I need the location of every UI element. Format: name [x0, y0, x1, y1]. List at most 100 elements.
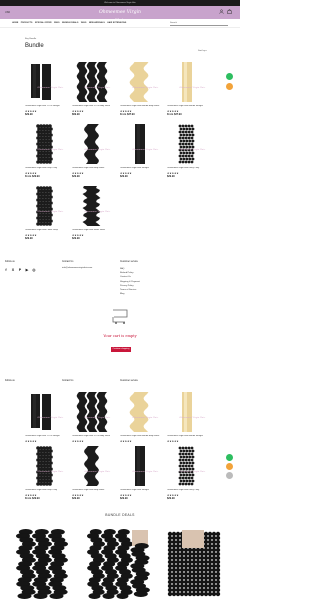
footer-link[interactable]: Shipping & Payment — [120, 281, 140, 283]
product-image[interactable]: Ohmeemee Virgin Hair — [25, 58, 65, 104]
customer-service-heading: Customer service — [120, 261, 138, 263]
product-card[interactable]: Ohmeemee Virgin Hair Ohmeemee Virgin Hair… — [167, 120, 207, 178]
logo-watermark: Ohmeemee Virgin Hair — [37, 86, 63, 89]
whatsapp-icon[interactable] — [226, 73, 233, 80]
product-image[interactable]: Ohmeemee Virgin Hair — [25, 182, 65, 228]
product-price: $29.99 — [72, 237, 80, 240]
product-image[interactable]: Ohmeemee Virgin Hair — [167, 442, 207, 488]
logo-watermark: Ohmeemee Virgin Hair — [179, 416, 205, 419]
bundle-deal-image[interactable] — [12, 524, 78, 602]
site-logo[interactable]: Ohmeemee Virgin Hair — [94, 8, 146, 24]
product-image[interactable]: Ohmeemee Virgin Hair — [120, 58, 160, 104]
product-card[interactable]: Ohmeemee Virgin Hair Ohmeemee Virgin Hair… — [72, 120, 112, 178]
x-icon[interactable]: X — [11, 268, 15, 272]
continue-shopping-button[interactable]: Continue shopping — [111, 347, 131, 352]
nav-item[interactable]: HOME — [12, 22, 18, 24]
logo-watermark: Ohmeemee Virgin Hair — [37, 148, 63, 151]
logo-watermark: Ohmeemee Virgin Hair — [179, 148, 205, 151]
product-card[interactable]: Ohmeemee Virgin Hair Ohmeemee Virgin Hair… — [120, 58, 160, 116]
product-card[interactable]: Ohmeemee Virgin Hair Ohmeemee Virgin Hair… — [72, 58, 112, 116]
logo-watermark: Ohmeemee Virgin Hair — [84, 416, 110, 419]
facebook-icon[interactable]: f — [4, 268, 8, 272]
product-card[interactable]: Ohmeemee Virgin Hair Ohmeemee Virgin Hair… — [72, 182, 112, 240]
product-price: $29.99 — [25, 237, 33, 240]
contact-email[interactable]: info@ohmeemeevirginhair.com — [62, 267, 92, 269]
product-card[interactable]: Ohmeemee Virgin Hair Ohmeemee Virgin Hair… — [120, 388, 160, 446]
product-card[interactable]: Ohmeemee Virgin Hair Ohmeemee Virgin Hair… — [167, 58, 207, 116]
logo-watermark: Ohmeemee Virgin Hair — [132, 86, 158, 89]
nav-item[interactable]: HAIR EXTENSIONS — [107, 22, 126, 24]
nav-item[interactable]: PRODUCTS — [21, 22, 33, 24]
product-price: $69.99 — [72, 113, 80, 116]
product-image[interactable]: Ohmeemee Virgin Hair — [72, 120, 112, 166]
footer-link[interactable]: Refund Policy — [120, 272, 140, 274]
footer-link[interactable]: FAQ — [120, 268, 140, 270]
logo-watermark: Ohmeemee Virgin Hair — [84, 148, 110, 151]
bundle-deal-image[interactable] — [86, 524, 152, 602]
currency-selector[interactable]: USD — [5, 11, 10, 14]
footer-link[interactable]: Terms of Service — [120, 289, 140, 291]
nav-item[interactable]: NEW ARRIVALS — [89, 22, 105, 24]
main-nav: HOME PRODUCTS SPECIAL OFFER WIGS BUNDLE DEAL… — [0, 19, 240, 28]
product-price: From $29.99 — [25, 497, 40, 500]
product-card[interactable]: Ohmeemee Virgin Hair Ohmeemee Virgin Hair… — [25, 120, 65, 178]
social-links: f X P ▶ ◎ — [4, 268, 36, 272]
product-image[interactable]: Ohmeemee Virgin Hair — [120, 120, 160, 166]
bag-icon[interactable] — [227, 9, 232, 15]
footer-link[interactable]: Blog — [120, 293, 140, 295]
logo-watermark: Ohmeemee Virgin Hair — [84, 470, 110, 473]
product-image[interactable]: Ohmeemee Virgin Hair — [72, 388, 112, 434]
scroll-top-icon[interactable] — [226, 472, 233, 479]
cart-icon — [110, 307, 132, 325]
product-card[interactable]: Ohmeemee Virgin Hair Ohmeemee Virgin Hair… — [25, 58, 65, 116]
product-price: $29.99 — [167, 497, 175, 500]
product-card[interactable]: Ohmeemee Virgin Hair Ohmeemee Virgin Hair… — [167, 442, 207, 500]
footer-link[interactable]: Contact Us — [120, 276, 140, 278]
logo-watermark: Ohmeemee Virgin Hair — [37, 470, 63, 473]
product-card[interactable]: Ohmeemee Virgin Hair Ohmeemee Virgin Hair… — [120, 120, 160, 178]
search-input[interactable]: Search — [170, 21, 228, 26]
page-title: Bundle — [25, 43, 44, 49]
product-image[interactable]: Ohmeemee Virgin Hair — [167, 388, 207, 434]
product-card[interactable]: Ohmeemee Virgin Hair Ohmeemee Virgin Hair… — [25, 442, 65, 500]
product-card[interactable]: Ohmeemee Virgin Hair Ohmeemee Virgin Hair… — [167, 388, 207, 446]
footer-link[interactable]: Privacy Policy — [120, 285, 140, 287]
pinterest-icon[interactable]: P — [18, 268, 22, 272]
nav-item[interactable]: SPECIAL OFFER — [35, 22, 52, 24]
product-image[interactable]: Ohmeemee Virgin Hair — [120, 388, 160, 434]
chat-icon-2[interactable] — [226, 463, 233, 470]
instagram-icon[interactable]: ◎ — [32, 268, 36, 272]
footer-links: FAQ Refund Policy Contact Us Shipping & Pay… — [120, 268, 140, 297]
breadcrumb[interactable]: Buy Bundle — [25, 38, 36, 40]
logo-watermark: Ohmeemee Virgin Hair — [132, 148, 158, 151]
logo-watermark: Ohmeemee Virgin Hair — [37, 416, 63, 419]
bundle-deal-image[interactable] — [160, 524, 226, 602]
logo-watermark: Ohmeemee Virgin Hair — [132, 416, 158, 419]
contact-heading-2: Contact Us — [62, 380, 74, 382]
user-icon[interactable] — [219, 9, 224, 15]
product-image[interactable]: Ohmeemee Virgin Hair — [167, 58, 207, 104]
product-card[interactable]: Ohmeemee Virgin Hair Ohmeemee Virgin Hair… — [25, 388, 65, 446]
product-image[interactable]: Ohmeemee Virgin Hair — [25, 388, 65, 434]
product-price: $29.99 — [167, 175, 175, 178]
cart-drawer — [0, 302, 240, 376]
product-card[interactable]: Ohmeemee Virgin Hair Ohmeemee Virgin Hair… — [72, 388, 112, 446]
sort-dropdown[interactable]: Sort by ▾ — [198, 49, 207, 52]
product-image[interactable]: Ohmeemee Virgin Hair — [167, 120, 207, 166]
product-image[interactable]: Ohmeemee Virgin Hair — [25, 442, 65, 488]
product-image[interactable]: Ohmeemee Virgin Hair — [25, 120, 65, 166]
product-card[interactable]: Ohmeemee Virgin Hair Ohmeemee Virgin Hair… — [120, 442, 160, 500]
nav-item[interactable]: WIGS — [81, 22, 87, 24]
whatsapp-icon-2[interactable] — [226, 454, 233, 461]
product-image[interactable]: Ohmeemee Virgin Hair — [72, 442, 112, 488]
product-image[interactable]: Ohmeemee Virgin Hair — [120, 442, 160, 488]
product-card[interactable]: Ohmeemee Virgin Hair Ohmeemee Virgin Hair… — [25, 182, 65, 240]
chat-icon[interactable] — [226, 83, 233, 90]
youtube-icon[interactable]: ▶ — [25, 268, 29, 272]
logo-watermark: Ohmeemee Virgin Hair — [179, 86, 205, 89]
product-card[interactable]: Ohmeemee Virgin Hair Ohmeemee Virgin Hair… — [72, 442, 112, 500]
product-image[interactable]: Ohmeemee Virgin Hair — [72, 182, 112, 228]
nav-item[interactable]: BUNDLE DEALS — [62, 22, 78, 24]
product-image[interactable]: Ohmeemee Virgin Hair — [72, 58, 112, 104]
nav-item[interactable]: WIGS — [54, 22, 60, 24]
